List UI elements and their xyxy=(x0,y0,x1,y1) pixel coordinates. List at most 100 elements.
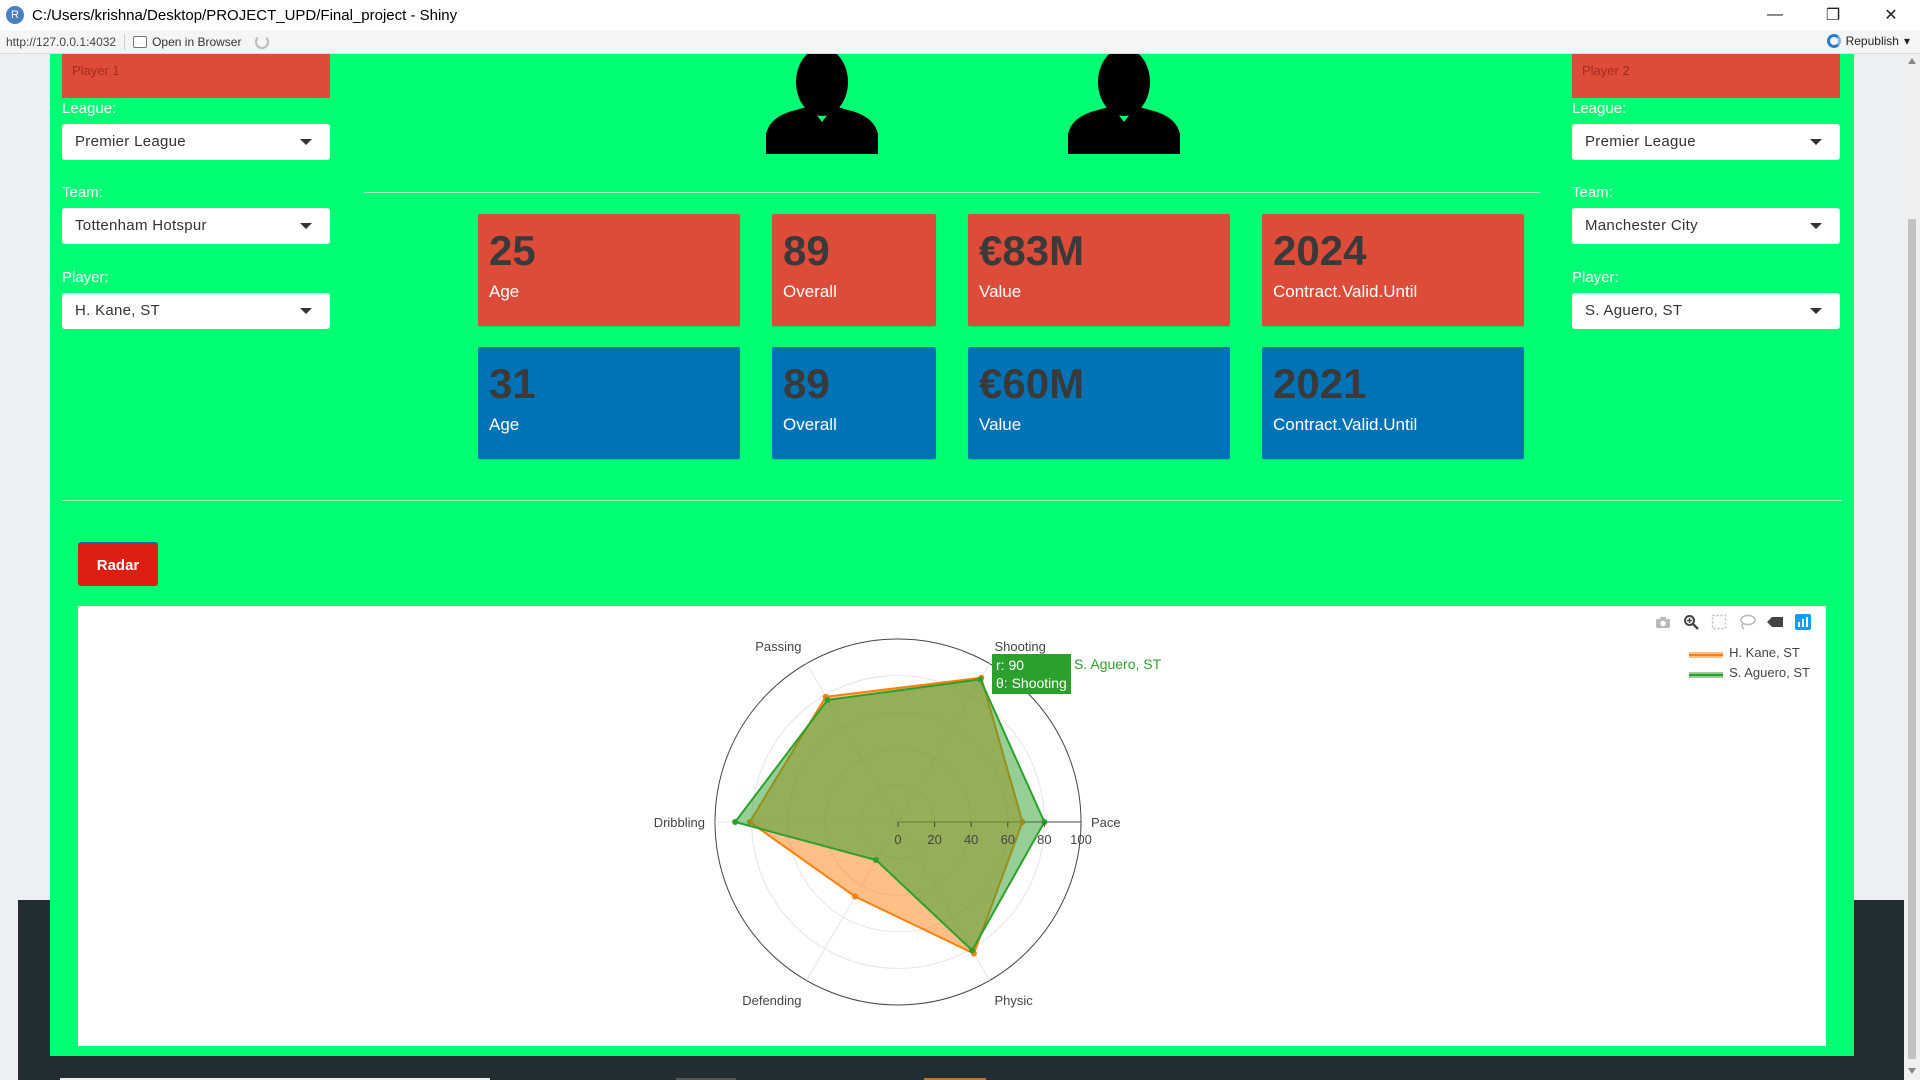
close-icon[interactable]: ✕ xyxy=(1862,0,1920,30)
radar-point xyxy=(969,947,976,954)
player1-contract-value: 2024 xyxy=(1273,227,1367,274)
player-label-left: Player: xyxy=(62,269,109,286)
player1-value-label: Value xyxy=(979,282,1022,301)
player2-header-box: Player 2 xyxy=(1572,54,1840,98)
legend-item-kane[interactable]: H. Kane, ST xyxy=(1689,642,1810,662)
radar-point xyxy=(873,857,880,864)
vertical-scrollbar[interactable] xyxy=(1904,54,1920,1080)
legend-swatch-aguero xyxy=(1689,668,1724,678)
comparison-panel: Player 1 League: Premier League Team: To… xyxy=(50,54,1854,1056)
player2-photo-icon xyxy=(1068,54,1180,154)
republish-icon xyxy=(1826,34,1841,48)
player1-value-value: €83M xyxy=(979,227,1085,274)
player-select-left[interactable]: H. Kane, ST xyxy=(62,293,330,329)
player2-age-box: 31 Age xyxy=(478,347,740,459)
radar-chart[interactable]: 0 20 40 60 80 100 Pace Shooting Passing Dribbling… xyxy=(78,606,1826,1046)
player1-age-value: 25 xyxy=(489,227,536,274)
player2-contract-value: 2021 xyxy=(1273,360,1367,407)
caret-down-icon xyxy=(300,223,312,229)
player1-age-label: Age xyxy=(489,282,520,301)
player2-value-label: Value xyxy=(979,415,1022,434)
caret-down-icon xyxy=(1810,308,1822,314)
radar-category-label: Physic xyxy=(995,993,1034,1008)
divider-top xyxy=(364,192,1540,193)
radar-tick-label: 40 xyxy=(964,832,978,847)
player2-overall-box: 89 Overall xyxy=(772,347,936,459)
player1-photo-icon xyxy=(766,54,878,154)
app-viewport: Player 1 League: Premier League Team: To… xyxy=(0,54,1904,1080)
restore-icon[interactable]: ❐ xyxy=(1804,0,1862,30)
caret-down-icon xyxy=(1810,223,1822,229)
player1-contract-box: 2024 Contract.Valid.Until xyxy=(1262,214,1524,326)
caret-down-icon xyxy=(300,308,312,314)
player2-overall-label: Overall xyxy=(783,415,837,434)
player-select-right-value: S. Aguero, ST xyxy=(1585,302,1683,319)
r-app-icon: R xyxy=(6,6,24,24)
republish-label: Republish xyxy=(1845,34,1899,48)
browser-icon xyxy=(133,35,148,48)
player2-age-value: 31 xyxy=(489,360,536,407)
hover-tooltip: r: 90 θ: Shooting xyxy=(992,654,1071,694)
hover-theta-line: θ: Shooting xyxy=(996,675,1067,691)
open-in-browser-label: Open in Browser xyxy=(152,34,242,49)
radar-point xyxy=(851,893,858,900)
scroll-thumb[interactable] xyxy=(1908,219,1916,1059)
radar-category-label: Dribbling xyxy=(654,815,705,830)
refresh-icon[interactable] xyxy=(255,34,270,49)
radar-plot[interactable]: 0 20 40 60 80 100 Pace Shooting Passing Dribbling… xyxy=(78,606,1826,1046)
league-label-right: League: xyxy=(1572,100,1627,117)
radar-point xyxy=(732,819,739,825)
league-select-right-value: Premier League xyxy=(1585,133,1696,150)
legend-item-aguero[interactable]: S. Aguero, ST xyxy=(1689,662,1810,682)
player1-contract-label: Contract.Valid.Until xyxy=(1273,282,1418,301)
toolbar-divider xyxy=(124,33,126,50)
league-select-right[interactable]: Premier League xyxy=(1572,124,1840,160)
player1-header-box: Player 1 xyxy=(62,54,330,98)
hover-r-line: r: 90 xyxy=(996,657,1025,673)
league-select-left[interactable]: Premier League xyxy=(62,124,330,160)
team-label-right: Team: xyxy=(1572,184,1613,201)
legend-label-kane: H. Kane, ST xyxy=(1729,644,1800,660)
radar-point xyxy=(824,696,831,703)
chevron-down-icon[interactable]: ▾ xyxy=(1904,34,1910,48)
hover-series-name: S. Aguero, ST xyxy=(1074,656,1162,672)
republish-button[interactable]: Republish ▾ xyxy=(1826,34,1910,48)
league-label-left: League: xyxy=(62,100,117,117)
window-controls: — ❐ ✕ xyxy=(1746,0,1920,30)
radar-category-label: Pace xyxy=(1091,815,1121,830)
team-select-left-value: Tottenham Hotspur xyxy=(75,217,207,234)
player2-contract-box: 2021 Contract.Valid.Until xyxy=(1262,347,1524,459)
player1-overall-box: 89 Overall xyxy=(772,214,936,326)
player2-value-value: €60M xyxy=(979,360,1085,407)
radar-tick-label: 80 xyxy=(1037,832,1051,847)
legend-label-aguero: S. Aguero, ST xyxy=(1729,664,1810,680)
player1-age-box: 25 Age xyxy=(478,214,740,326)
scroll-up-icon[interactable] xyxy=(1908,58,1916,64)
window-title: C:/Users/krishna/Desktop/PROJECT_UPD/Fin… xyxy=(32,6,458,24)
divider-bottom xyxy=(62,500,1842,501)
url-text[interactable]: http://127.0.0.1:4032 xyxy=(6,35,116,49)
team-select-left[interactable]: Tottenham Hotspur xyxy=(62,208,330,244)
team-select-right[interactable]: Manchester City xyxy=(1572,208,1840,244)
league-select-left-value: Premier League xyxy=(75,133,186,150)
radar-tick-label: 20 xyxy=(927,832,941,847)
player2-age-label: Age xyxy=(489,415,520,434)
player1-overall-label: Overall xyxy=(783,282,837,301)
open-in-browser-button[interactable]: Open in Browser xyxy=(133,35,241,49)
legend-swatch-kane xyxy=(1689,648,1724,658)
team-select-right-value: Manchester City xyxy=(1585,217,1698,234)
radar-category-label: Defending xyxy=(742,993,801,1008)
team-label-left: Team: xyxy=(62,184,103,201)
window-titlebar: R C:/Users/krishna/Desktop/PROJECT_UPD/F… xyxy=(0,0,1920,30)
minimize-icon[interactable]: — xyxy=(1746,0,1804,30)
player1-overall-value: 89 xyxy=(783,227,830,274)
radar-category-label: Passing xyxy=(755,639,801,654)
player2-value-box: €60M Value xyxy=(968,347,1230,459)
player-select-left-value: H. Kane, ST xyxy=(75,302,161,319)
viewer-toolbar: http://127.0.0.1:4032 Open in Browser Re… xyxy=(0,30,1920,54)
player-select-right[interactable]: S. Aguero, ST xyxy=(1572,293,1840,329)
radar-tick-label: 100 xyxy=(1070,832,1092,847)
radar-button[interactable]: Radar xyxy=(78,542,158,586)
radar-point xyxy=(977,676,984,683)
scroll-down-icon[interactable] xyxy=(1908,1068,1916,1074)
